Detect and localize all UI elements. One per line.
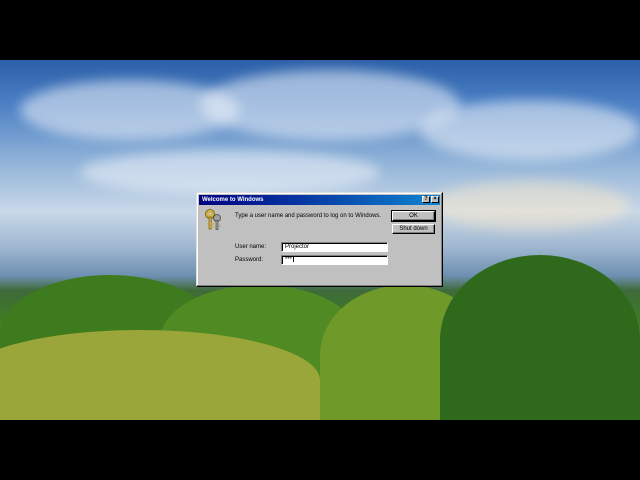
password-value: *** — [285, 257, 293, 263]
close-icon[interactable]: × — [431, 196, 439, 203]
password-label: Password: — [235, 257, 264, 263]
username-value: Projector — [285, 244, 310, 250]
logon-dialog: Welcome to Windows ? × Type a user name … — [196, 192, 443, 287]
shutdown-button[interactable]: Shut down — [392, 224, 435, 234]
ok-button[interactable]: OK — [391, 210, 436, 222]
logon-prompt: Type a user name and password to log on … — [235, 213, 382, 219]
text-caret — [293, 256, 295, 263]
dialog-title: Welcome to Windows — [202, 197, 264, 203]
help-icon[interactable]: ? — [422, 196, 430, 203]
username-field[interactable]: Projector — [281, 242, 388, 252]
password-field[interactable]: *** — [281, 255, 388, 265]
dialog-titlebar[interactable]: Welcome to Windows ? × — [199, 195, 440, 205]
keys-icon — [205, 209, 221, 230]
username-label: User name: — [235, 244, 267, 250]
